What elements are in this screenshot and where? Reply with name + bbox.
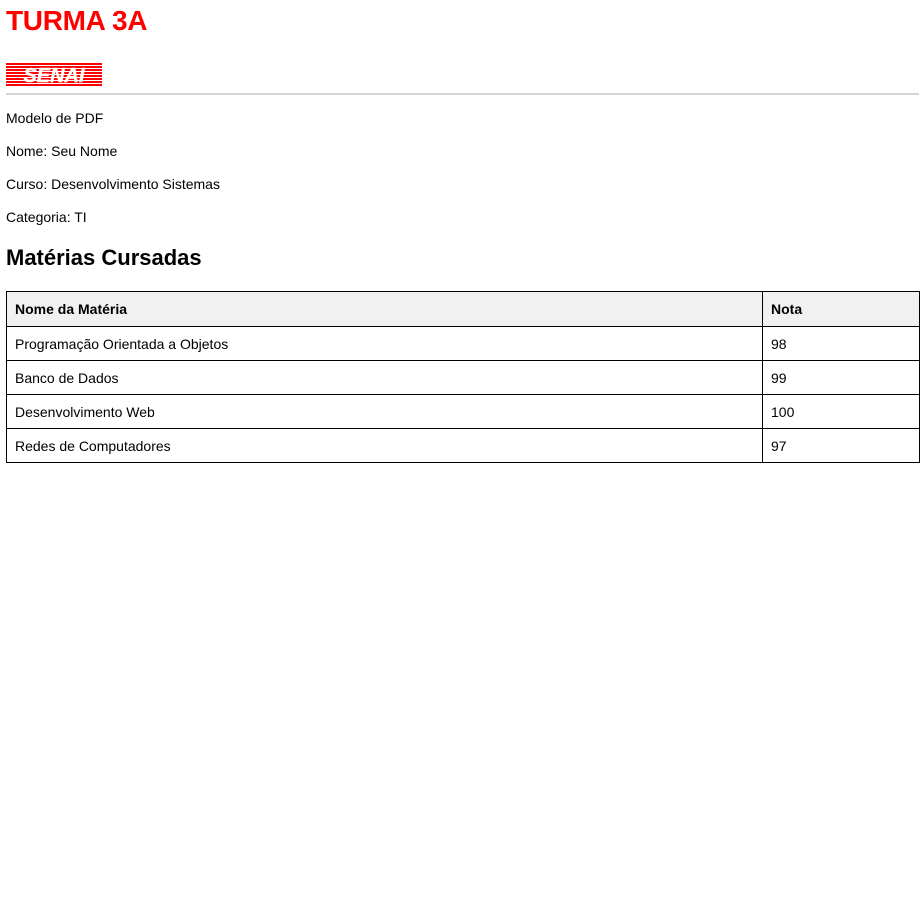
info-course: Curso: Desenvolvimento Sistemas — [6, 176, 220, 192]
header-divider — [6, 93, 919, 95]
column-header-subject: Nome da Matéria — [6, 291, 763, 327]
subject-cell: Redes de Computadores — [6, 428, 763, 463]
grade-cell: 97 — [762, 428, 920, 463]
senai-logo-image: SENAI — [6, 63, 102, 87]
section-title: Matérias Cursadas — [6, 245, 202, 270]
subject-cell: Desenvolvimento Web — [6, 394, 763, 429]
table-row: Programação Orientada a Objetos 98 — [6, 326, 920, 361]
document-page: TURMA 3A SENAI Modelo de PDF Nome: Seu N… — [6, 0, 920, 463]
grade-cell: 99 — [762, 360, 920, 395]
table-row: Banco de Dados 99 — [6, 360, 920, 395]
grade-cell: 98 — [762, 326, 920, 361]
senai-logo: SENAI — [6, 63, 919, 87]
svg-text:SENAI: SENAI — [23, 65, 85, 87]
info-model: Modelo de PDF — [6, 110, 104, 126]
subject-cell: Banco de Dados — [6, 360, 763, 395]
table-row: Redes de Computadores 97 — [6, 428, 920, 463]
table-row: Desenvolvimento Web 100 — [6, 394, 920, 429]
page-title: TURMA 3A — [6, 5, 148, 36]
grade-cell: 100 — [762, 394, 920, 429]
subject-cell: Programação Orientada a Objetos — [6, 326, 763, 361]
column-header-grade: Nota — [762, 291, 920, 327]
table-header-row: Nome da Matéria Nota — [6, 291, 920, 327]
info-category: Categoria: TI — [6, 209, 87, 225]
info-name: Nome: Seu Nome — [6, 143, 118, 159]
grades-table: Nome da Matéria Nota Programação Orienta… — [6, 291, 920, 463]
